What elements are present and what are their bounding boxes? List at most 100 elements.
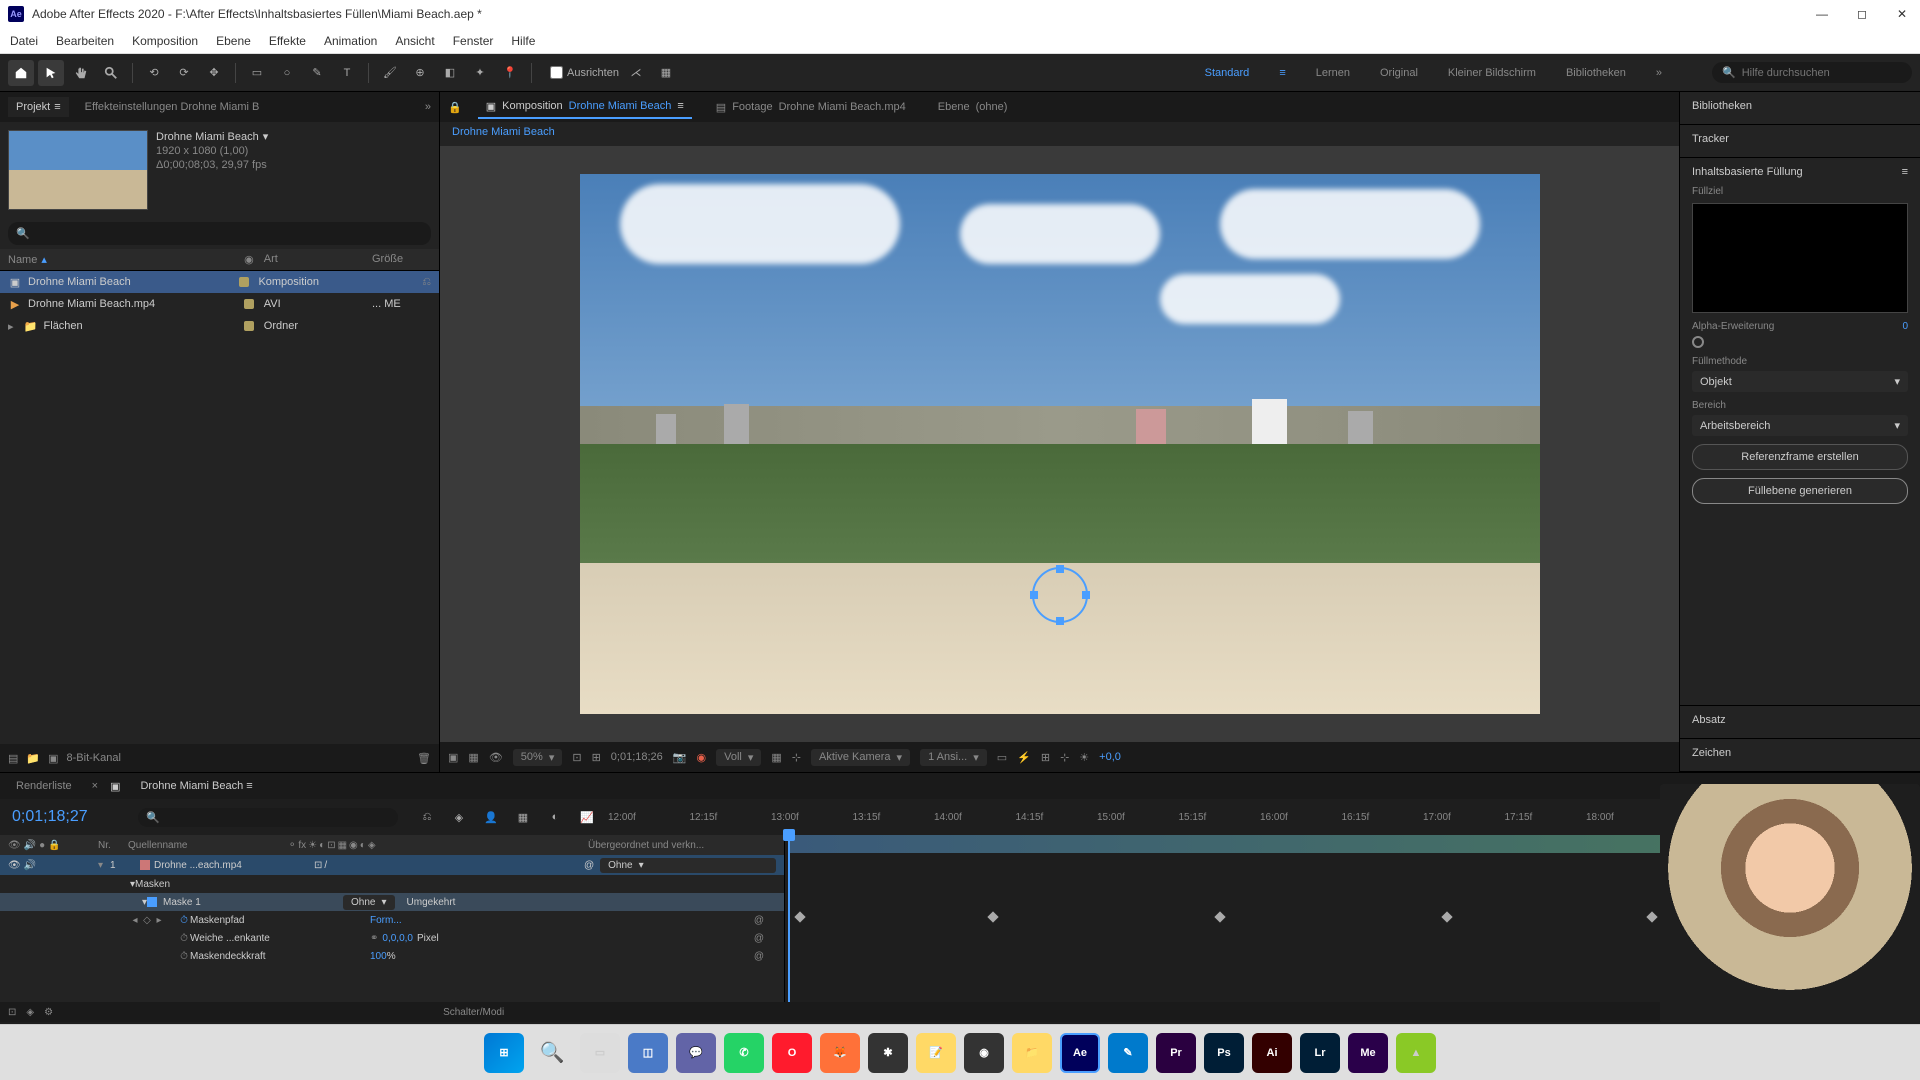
toggle-switches-icon[interactable]: ⊡ bbox=[8, 1007, 16, 1018]
bit-depth[interactable]: 8-Bit-Kanal bbox=[67, 752, 121, 764]
interpret-icon[interactable]: ▤ bbox=[8, 752, 18, 765]
panel-menu-icon[interactable]: ≡ bbox=[1902, 166, 1908, 178]
home-tool[interactable] bbox=[8, 60, 34, 86]
twirl-layer[interactable]: ▾ bbox=[98, 860, 110, 871]
new-folder-icon[interactable]: 📁 bbox=[26, 752, 40, 765]
layer-color-swatch[interactable] bbox=[140, 860, 150, 870]
workspace-kleiner[interactable]: Kleiner Bildschirm bbox=[1448, 67, 1536, 79]
mask-feather-value[interactable]: 0,0,0,0 bbox=[382, 933, 413, 944]
new-comp-icon[interactable]: ▣ bbox=[48, 752, 58, 765]
next-keyframe-icon[interactable]: ▸ bbox=[154, 915, 164, 925]
collapse-col-icon[interactable]: ☀ bbox=[308, 840, 317, 851]
section-bibliotheken[interactable]: Bibliotheken bbox=[1680, 92, 1920, 125]
workspace-bibliotheken[interactable]: Bibliotheken bbox=[1566, 67, 1626, 79]
hand-tool[interactable] bbox=[68, 60, 94, 86]
current-timecode[interactable]: 0;01;18;27 bbox=[0, 808, 130, 826]
taskbar-illustrator[interactable]: Ai bbox=[1252, 1033, 1292, 1073]
trash-icon[interactable]: 🗑 bbox=[417, 752, 431, 765]
mask-opacity-value[interactable]: 100 bbox=[370, 951, 387, 962]
col-header-size[interactable]: Größe bbox=[372, 253, 431, 266]
mask-vertex-left[interactable] bbox=[1030, 591, 1038, 599]
color-label[interactable] bbox=[239, 277, 249, 287]
snap-grid-icon[interactable]: ▦ bbox=[653, 60, 679, 86]
motion-blur-icon[interactable]: ◐ bbox=[542, 804, 568, 830]
3d-col-icon[interactable]: ◈ bbox=[368, 840, 376, 851]
color-label[interactable] bbox=[244, 321, 254, 331]
taskbar-app[interactable]: ✱ bbox=[868, 1033, 908, 1073]
tab-composition[interactable]: ▣ Komposition Drohne Miami Beach ≡ bbox=[478, 96, 692, 119]
menu-hilfe[interactable]: Hilfe bbox=[511, 34, 535, 48]
project-row-video[interactable]: ▶Drohne Miami Beach.mp4 AVI ... ME bbox=[0, 293, 439, 315]
roi-icon[interactable]: ⊞ bbox=[592, 751, 601, 764]
dropdown-arrow-icon[interactable]: ▾ bbox=[263, 130, 269, 144]
tab-footage[interactable]: ▤ Footage Drohne Miami Beach.mp4 bbox=[708, 97, 914, 118]
lock-switch-icon[interactable]: 🔒 bbox=[48, 840, 60, 851]
mask-vertex-top[interactable] bbox=[1056, 565, 1064, 573]
taskbar-firefox[interactable]: 🦊 bbox=[820, 1033, 860, 1073]
add-keyframe-icon[interactable]: ◇ bbox=[142, 915, 152, 925]
toggle-modes-icon[interactable]: ◈ bbox=[26, 1007, 34, 1018]
views-dropdown[interactable]: 1 Ansi... ▾ bbox=[920, 749, 987, 766]
shy-col-icon[interactable]: ⚬ bbox=[288, 840, 296, 851]
mask-visibility-icon[interactable]: 👁 bbox=[489, 751, 503, 764]
link-icon[interactable]: ⚭ bbox=[370, 933, 378, 944]
method-dropdown[interactable]: Objekt▾ bbox=[1692, 371, 1908, 392]
layer-row-1[interactable]: 👁 🔊 ▾ 1 Drohne ...each.mp4 ⊡ / @ Ohne ▾ bbox=[0, 855, 784, 875]
workspace-standard[interactable]: Standard bbox=[1205, 67, 1250, 79]
fast-preview-icon[interactable]: ⚡ bbox=[1017, 751, 1031, 764]
video-switch-icon[interactable]: 👁 bbox=[8, 840, 21, 851]
clone-tool[interactable]: ⊕ bbox=[407, 60, 433, 86]
motion-blur-col-icon[interactable]: ◉ bbox=[349, 840, 358, 851]
timeline-search[interactable]: 🔍 bbox=[138, 808, 398, 827]
workspace-overflow-icon[interactable]: » bbox=[1656, 67, 1662, 79]
viewer-timecode[interactable]: 0;01;18;26 bbox=[611, 751, 663, 763]
frame-blend-col-icon[interactable]: ▦ bbox=[338, 840, 347, 851]
audio-switch-icon[interactable]: 🔊 bbox=[24, 840, 36, 851]
workspace-original[interactable]: Original bbox=[1380, 67, 1418, 79]
taskbar-search[interactable]: 🔍 bbox=[532, 1033, 572, 1073]
section-tracker[interactable]: Tracker bbox=[1680, 125, 1920, 158]
tab-render-queue[interactable]: Renderliste bbox=[8, 776, 80, 796]
project-search-input[interactable] bbox=[30, 226, 423, 241]
rotate-tool[interactable]: ⟳ bbox=[171, 60, 197, 86]
taskbar-media-encoder[interactable]: Me bbox=[1348, 1033, 1388, 1073]
parent-pickwhip-icon[interactable]: @ bbox=[584, 860, 594, 871]
mask-path-row[interactable]: ◂ ◇ ▸ ⏱ Maskenpfad Form... @ bbox=[0, 911, 784, 929]
exposure-reset-icon[interactable]: ☀ bbox=[1079, 751, 1089, 764]
tab-project[interactable]: Projekt ≡ bbox=[8, 97, 69, 117]
pen-tool[interactable]: ✎ bbox=[304, 60, 330, 86]
parent-dropdown[interactable]: Ohne ▾ bbox=[600, 858, 776, 873]
playhead[interactable] bbox=[788, 835, 790, 1002]
expression-pickwhip-icon[interactable]: @ bbox=[754, 933, 764, 944]
grid-icon[interactable]: ▦ bbox=[771, 751, 781, 764]
prev-keyframe-icon[interactable]: ◂ bbox=[130, 915, 140, 925]
keyframe[interactable] bbox=[1215, 911, 1226, 922]
pan-behind-tool[interactable]: ✥ bbox=[201, 60, 227, 86]
taskbar-chat[interactable]: 💬 bbox=[676, 1033, 716, 1073]
panel-overflow-icon[interactable]: » bbox=[425, 101, 431, 113]
expression-pickwhip-icon[interactable]: @ bbox=[754, 951, 764, 962]
project-row-folder[interactable]: ▸📁Flächen Ordner bbox=[0, 315, 439, 337]
help-search[interactable]: 🔍 bbox=[1712, 62, 1912, 83]
comp-breadcrumb[interactable]: Drohne Miami Beach bbox=[440, 122, 1679, 146]
taskbar-after-effects[interactable]: Ae bbox=[1060, 1033, 1100, 1073]
project-thumbnail[interactable] bbox=[8, 130, 148, 210]
help-search-input[interactable] bbox=[1742, 67, 1902, 79]
project-search[interactable]: 🔍 bbox=[8, 222, 431, 245]
alpha-slider[interactable] bbox=[1692, 336, 1704, 348]
graph-editor-icon[interactable]: 📈 bbox=[574, 804, 600, 830]
keyframe[interactable] bbox=[795, 911, 806, 922]
taskbar-whatsapp[interactable]: ✆ bbox=[724, 1033, 764, 1073]
timeline-icon[interactable]: ⊞ bbox=[1041, 751, 1050, 764]
stopwatch-icon[interactable]: ⏱ bbox=[178, 932, 190, 944]
mask-mode-dropdown[interactable]: Ohne ▾ bbox=[343, 895, 395, 910]
snap-options-icon[interactable]: ⋌ bbox=[623, 60, 649, 86]
menu-bearbeiten[interactable]: Bearbeiten bbox=[56, 34, 114, 48]
brush-tool[interactable]: 🖌 bbox=[377, 60, 403, 86]
keyframe[interactable] bbox=[1442, 911, 1453, 922]
guides-icon[interactable]: ⊹ bbox=[792, 751, 801, 764]
ellipse-tool[interactable]: ○ bbox=[274, 60, 300, 86]
mask-opacity-row[interactable]: ⏱ Maskendeckkraft 100 % @ bbox=[0, 947, 784, 965]
minimize-button[interactable]: — bbox=[1812, 4, 1832, 24]
flowchart-icon[interactable]: ⎌ bbox=[422, 276, 431, 289]
